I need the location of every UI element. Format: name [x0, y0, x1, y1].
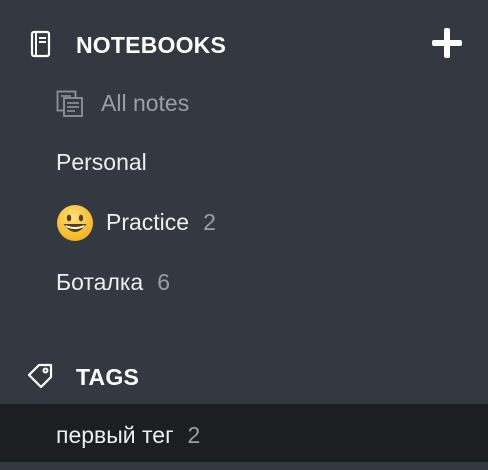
tag-icon	[27, 363, 53, 389]
tags-title: TAGS	[76, 364, 139, 390]
notebook-icon	[30, 30, 51, 58]
sidebar-item-personal[interactable]: Personal	[0, 133, 488, 189]
sidebar-item-all-notes[interactable]: All notes	[0, 74, 488, 130]
tag-item-label: первый тег 2	[56, 422, 201, 448]
tags-header: TAGS	[0, 352, 488, 398]
sidebar: NOTEBOOKS All notes Personal Practice 2 …	[0, 0, 488, 470]
sidebar-item-label: Боталка 6	[56, 269, 171, 295]
grinning-face-emoji-icon	[57, 205, 93, 241]
note-count: 6	[157, 269, 171, 295]
notebooks-title: NOTEBOOKS	[76, 32, 227, 58]
sidebar-item-practice[interactable]: Practice 2	[0, 193, 488, 249]
notebooks-header: NOTEBOOKS	[0, 20, 488, 66]
tag-item-first[interactable]: первый тег 2	[0, 404, 488, 462]
tag-count: 2	[187, 422, 201, 448]
all-notes-icon	[56, 90, 83, 117]
add-notebook-button[interactable]	[430, 26, 464, 60]
note-count: 2	[203, 209, 216, 235]
plus-icon	[432, 28, 462, 58]
sidebar-item-label: All notes	[101, 90, 190, 116]
sidebar-item-botalka[interactable]: Боталка 6	[0, 253, 488, 309]
sidebar-item-label: Practice 2	[106, 209, 216, 235]
sidebar-item-label: Personal	[56, 149, 147, 175]
